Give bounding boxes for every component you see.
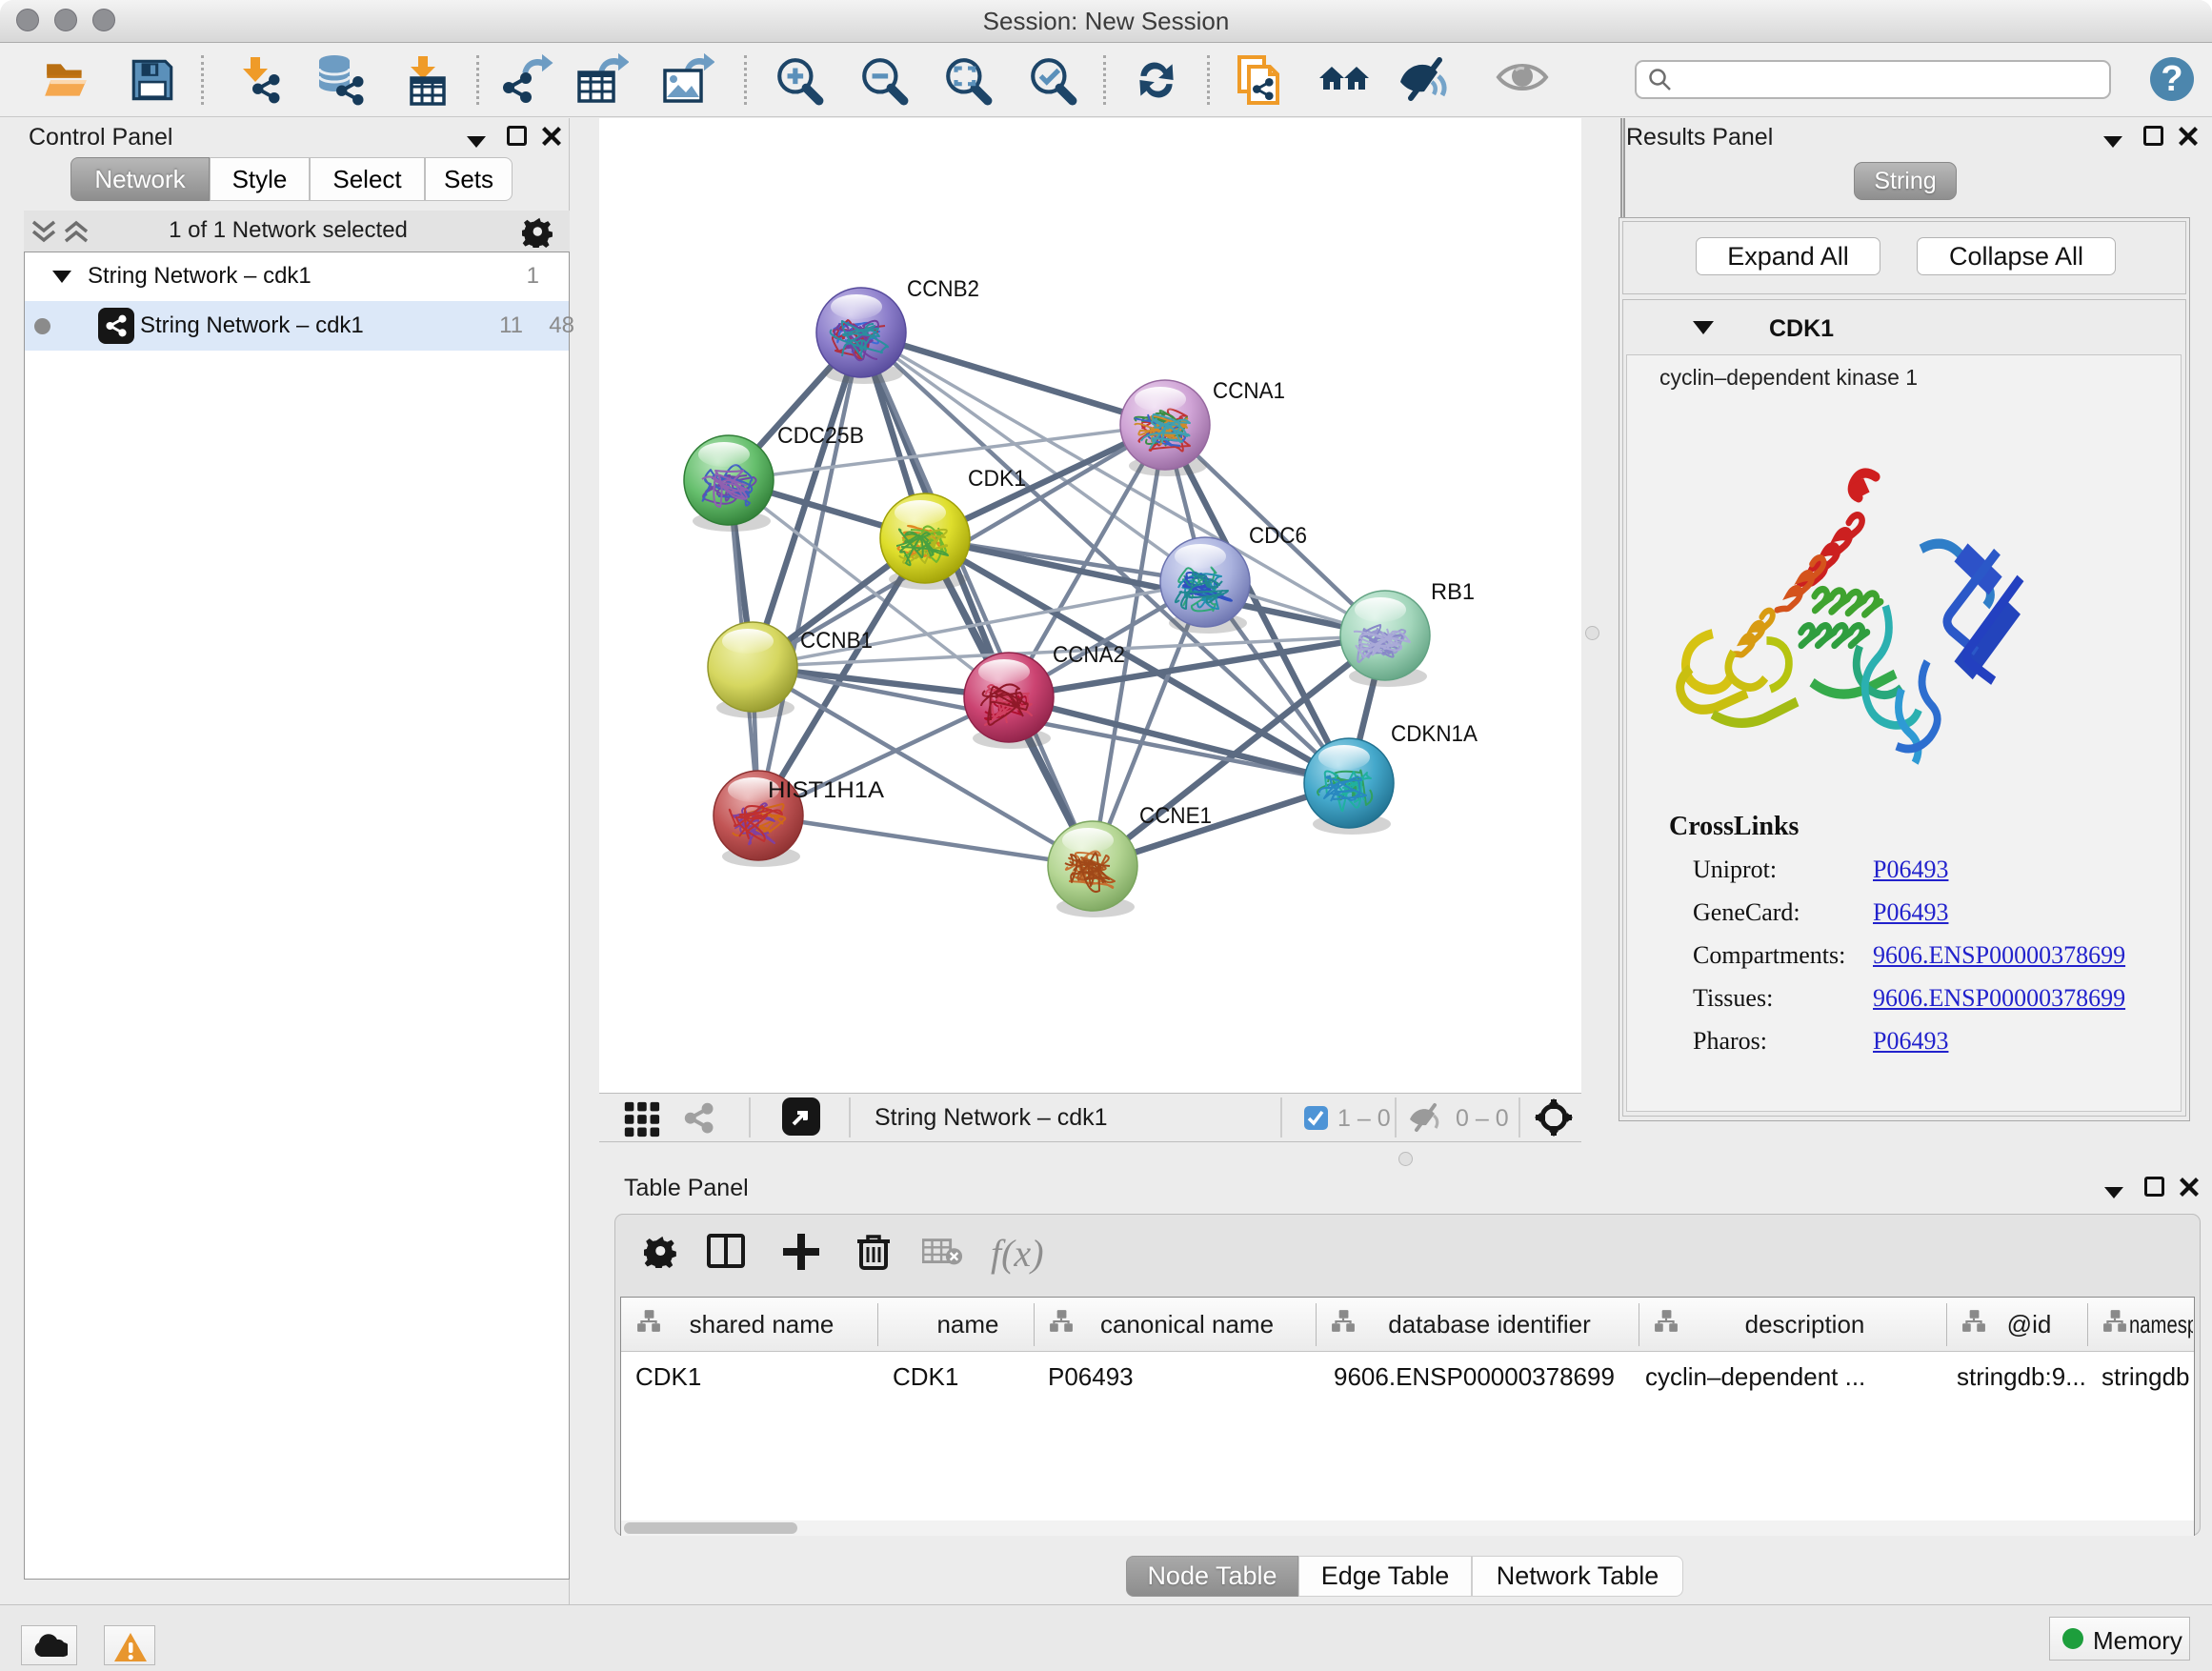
svg-text:CCNA1: CCNA1 [1213, 378, 1285, 404]
svg-text:RB1: RB1 [1431, 579, 1475, 605]
svg-text:HIST1H1A: HIST1H1A [768, 777, 884, 803]
svg-text:CDK1: CDK1 [968, 466, 1026, 492]
svg-text:CCNE1: CCNE1 [1139, 803, 1212, 829]
svg-text:CCNB2: CCNB2 [907, 276, 979, 302]
svg-text:CDC25B: CDC25B [777, 423, 864, 449]
svg-text:CCNA2: CCNA2 [1053, 642, 1125, 668]
svg-text:CCNB1: CCNB1 [800, 628, 873, 654]
svg-text:CDKN1A: CDKN1A [1391, 721, 1478, 747]
svg-text:CDC6: CDC6 [1249, 523, 1307, 549]
